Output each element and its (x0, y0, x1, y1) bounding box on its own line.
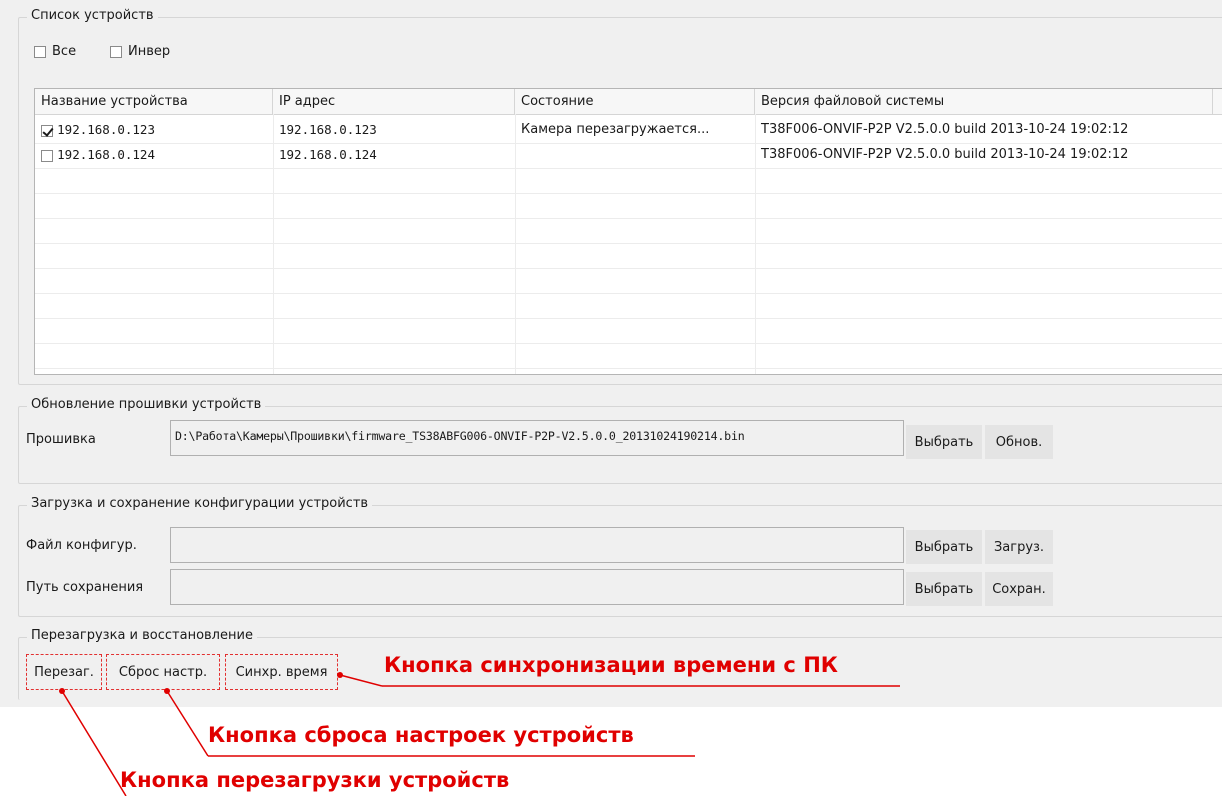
annotation-sync: Кнопка синхронизации времени с ПК (384, 653, 838, 677)
annotation-reboot: Кнопка перезагрузки устройств (120, 768, 510, 792)
annotation-reset: Кнопка сброса настроек устройств (208, 723, 634, 747)
